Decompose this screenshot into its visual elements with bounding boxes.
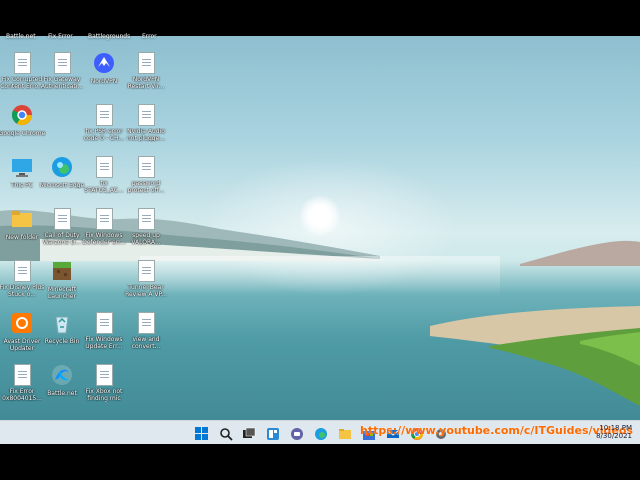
grass-shore xyxy=(430,306,640,406)
desktop-icon-label: Nvidia Audio not plugge... xyxy=(126,128,166,142)
document-icon xyxy=(137,52,155,74)
document-icon xyxy=(95,364,113,386)
pc-icon xyxy=(11,156,33,180)
system-clock[interactable]: 10:18 PM 8/30/2021 xyxy=(596,424,632,440)
minecraft-icon xyxy=(51,260,73,284)
widgets-icon[interactable] xyxy=(266,426,280,440)
document-icon xyxy=(95,104,113,126)
document-icon xyxy=(53,208,71,230)
sun xyxy=(300,196,340,236)
desktop-icon[interactable]: Nvidia Audio not plugge... xyxy=(122,104,170,142)
desktop-icon-label: NordVPN xyxy=(90,78,118,85)
task-view-icon[interactable] xyxy=(242,426,256,440)
document-icon xyxy=(13,52,31,74)
desktop-icon-label: view and convert... xyxy=(131,336,161,350)
document-icon xyxy=(137,208,155,230)
desktop-icon[interactable]: Fix Gateway Authenticati... xyxy=(38,52,86,90)
document-icon xyxy=(13,260,31,282)
top-label: Battlegrounds xyxy=(88,33,131,40)
file-explorer-icon[interactable] xyxy=(338,426,352,440)
document-icon xyxy=(137,104,155,126)
desktop-icon[interactable]: Google Chrome xyxy=(0,104,46,137)
desktop-icon[interactable]: fix PSR error code 0 - CH... xyxy=(80,104,128,142)
desktop-icon[interactable]: NordVPN xyxy=(80,52,128,85)
desktop-icon[interactable]: password protect off... xyxy=(122,156,170,194)
desktop-icon[interactable]: view and convert... xyxy=(122,312,170,350)
folder-icon xyxy=(11,208,33,232)
document-icon xyxy=(95,156,113,178)
start-icon[interactable] xyxy=(195,426,209,440)
document-icon xyxy=(95,312,113,334)
desktop-icon[interactable]: Fix Windows Defender err... xyxy=(80,208,128,246)
desktop-icon[interactable]: Fix Xbox not finding mic xyxy=(80,364,128,402)
desktop-icon[interactable]: Recycle Bin xyxy=(38,312,86,345)
water-sheen xyxy=(140,256,500,296)
desktop-icon[interactable]: Call of Duty Warzone D... xyxy=(38,208,86,246)
desktop-icon-label: fix PSR error code 0 - CH... xyxy=(83,128,125,142)
chat-icon[interactable] xyxy=(290,426,304,440)
right-hills xyxy=(520,240,640,266)
desktop-icon-label: Minecraft Launcher xyxy=(47,286,77,300)
desktop-icon-label: fix STATUS_AC... xyxy=(84,180,124,194)
edge-icon[interactable] xyxy=(314,426,328,440)
search-icon[interactable] xyxy=(219,426,233,441)
battlenet-icon xyxy=(51,364,73,388)
desktop-icon[interactable]: Microsoft Edge xyxy=(38,156,86,189)
edge-icon xyxy=(51,156,73,180)
desktop-icon-label: Google Chrome xyxy=(0,130,46,137)
top-label: Fix Error xyxy=(48,33,73,40)
document-icon xyxy=(95,208,113,230)
nordvpn-icon xyxy=(93,52,115,76)
clock-date: 8/30/2021 xyxy=(596,432,632,440)
desktop-icon-label: Fix Windows Update Err... xyxy=(85,336,123,350)
document-icon xyxy=(13,364,31,386)
desktop-icon-label: speed up VALORA... xyxy=(131,232,161,246)
desktop-icon-label: Recycle Bin xyxy=(44,338,80,345)
desktop-icon[interactable]: fix STATUS_AC... xyxy=(80,156,128,194)
document-icon xyxy=(137,260,155,282)
desktop-icon[interactable]: Tunnel Bear Review A VP... xyxy=(122,260,170,298)
watermark-url: https://www.youtube.com/c/ITGuides/video… xyxy=(360,424,633,437)
chrome-icon xyxy=(11,104,33,128)
document-icon xyxy=(53,52,71,74)
recycle-icon xyxy=(51,312,73,336)
top-label-strip: Battle.net Fix Error Battlegrounds Error xyxy=(0,33,640,42)
desktop-icon-label: Microsoft Edge xyxy=(39,182,85,189)
document-icon xyxy=(137,312,155,334)
desktop-icon[interactable]: Battle.net xyxy=(38,364,86,397)
desktop-icon[interactable]: NordVPN Restart Vir... xyxy=(122,52,170,90)
desktop-icon-label: Fix Xbox not finding mic xyxy=(85,388,123,402)
desktop-icon-label: Fix Gateway Authenticati... xyxy=(40,76,84,90)
desktop-icon-label: Battle.net xyxy=(47,390,77,397)
desktop-icon[interactable]: Minecraft Launcher xyxy=(38,260,86,300)
letterbox-bottom xyxy=(0,444,640,480)
avast-icon xyxy=(11,312,33,336)
desktop-icon-label: password protect off... xyxy=(127,180,165,194)
top-label: Battle.net xyxy=(6,33,36,40)
desktop-icon-label: Call of Duty Warzone D... xyxy=(42,232,82,246)
top-label: Error xyxy=(142,33,157,40)
document-icon xyxy=(137,156,155,178)
clock-time: 10:18 PM xyxy=(599,424,632,432)
desktop-icon-label: Tunnel Bear Review A VP... xyxy=(125,284,167,298)
desktop-icon[interactable]: speed up VALORA... xyxy=(122,208,170,246)
desktop-icon-label: NordVPN Restart Vir... xyxy=(127,76,165,90)
desktop-icon[interactable]: Fix Windows Update Err... xyxy=(80,312,128,350)
desktop-icon-label: Fix Windows Defender err... xyxy=(82,232,126,246)
